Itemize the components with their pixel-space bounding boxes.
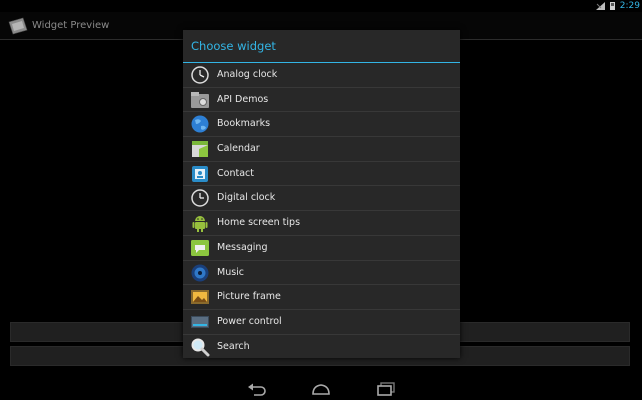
widget-item-contact[interactable]: Contact bbox=[183, 162, 460, 187]
widget-item-label: Power control bbox=[217, 315, 282, 327]
widget-item-messaging[interactable]: Messaging bbox=[183, 236, 460, 261]
widget-list: Analog clock API Demos Bookmarks Calenda… bbox=[183, 63, 460, 359]
widget-item-music[interactable]: Music bbox=[183, 261, 460, 286]
widget-preview-app-icon[interactable] bbox=[8, 16, 28, 36]
music-icon bbox=[191, 264, 209, 281]
digital-clock-icon bbox=[191, 189, 209, 208]
recents-icon[interactable] bbox=[375, 381, 397, 397]
widget-item-label: API Demos bbox=[217, 93, 269, 105]
widget-item-label: Calendar bbox=[217, 143, 260, 155]
picture-frame-icon bbox=[191, 290, 209, 305]
widget-item-picture-frame[interactable]: Picture frame bbox=[183, 285, 460, 310]
status-bar: 2:29 bbox=[0, 0, 642, 12]
app-title: Widget Preview bbox=[32, 20, 110, 31]
back-icon[interactable] bbox=[246, 381, 268, 397]
widget-item-label: Search bbox=[217, 340, 250, 352]
widget-item-label: Digital clock bbox=[217, 192, 276, 204]
widget-item-label: Picture frame bbox=[217, 291, 281, 303]
api-demos-icon bbox=[191, 91, 209, 108]
widget-item-label: Contact bbox=[217, 167, 254, 179]
navigation-bar bbox=[0, 378, 642, 400]
status-icons: 2:29 bbox=[595, 0, 640, 12]
battery-icon bbox=[609, 2, 615, 10]
widget-item-api-demos[interactable]: API Demos bbox=[183, 88, 460, 113]
home-icon[interactable] bbox=[310, 381, 332, 397]
power-control-icon bbox=[191, 315, 209, 328]
contact-icon bbox=[192, 165, 208, 182]
widget-item-label: Bookmarks bbox=[217, 118, 271, 130]
widget-item-label: Messaging bbox=[217, 241, 268, 253]
widget-item-label: Analog clock bbox=[217, 69, 278, 80]
android-robot-icon bbox=[192, 216, 208, 233]
bookmarks-globe-icon bbox=[191, 115, 209, 133]
widget-item-search[interactable]: Search bbox=[183, 335, 460, 360]
widget-item-calendar[interactable]: Calendar bbox=[183, 137, 460, 162]
widget-item-analog-clock[interactable]: Analog clock bbox=[183, 63, 460, 88]
calendar-icon bbox=[192, 141, 208, 158]
messaging-icon bbox=[191, 239, 209, 256]
widget-item-bookmarks[interactable]: Bookmarks bbox=[183, 112, 460, 138]
widget-item-label: Home screen tips bbox=[217, 217, 301, 229]
search-icon bbox=[191, 338, 210, 357]
dialog-title: Choose widget bbox=[183, 30, 460, 63]
widget-item-power-control[interactable]: Power control bbox=[183, 310, 460, 335]
choose-widget-dialog: Choose widget Analog clock API Demos Boo… bbox=[183, 30, 460, 358]
widget-item-home-screen-tips[interactable]: Home screen tips bbox=[183, 211, 460, 236]
signal-icon bbox=[595, 2, 605, 10]
analog-clock-icon bbox=[191, 66, 209, 84]
widget-item-digital-clock[interactable]: Digital clock bbox=[183, 186, 460, 212]
widget-item-label: Music bbox=[217, 266, 245, 278]
status-time: 2:29 bbox=[619, 1, 640, 11]
